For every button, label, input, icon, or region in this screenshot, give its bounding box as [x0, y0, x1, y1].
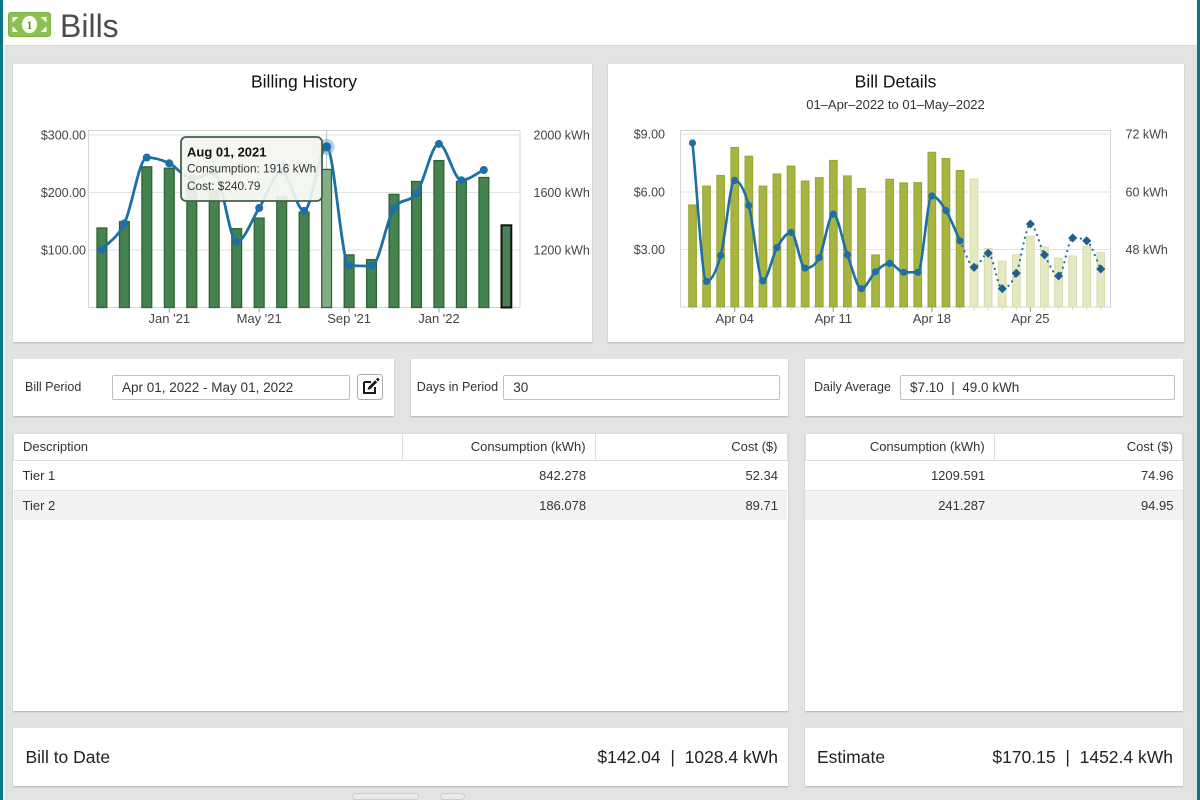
svg-text:60 kWh: 60 kWh — [1126, 185, 1168, 199]
svg-text:May '21: May '21 — [237, 311, 282, 326]
svg-text:$6.00: $6.00 — [634, 185, 665, 199]
svg-text:$200.00: $200.00 — [41, 186, 86, 200]
svg-text:48 kWh: 48 kWh — [1126, 243, 1168, 257]
svg-text:Apr 25: Apr 25 — [1011, 311, 1049, 326]
svg-text:Consumption: 1916 kWh: Consumption: 1916 kWh — [187, 161, 316, 175]
svg-text:$300.00: $300.00 — [41, 128, 86, 142]
svg-text:Sep '21: Sep '21 — [327, 311, 371, 326]
svg-text:Billing History: Billing History — [251, 71, 357, 91]
svg-text:2000 kWh: 2000 kWh — [534, 128, 590, 142]
svg-text:$9.00: $9.00 — [634, 127, 665, 141]
svg-text:$3.00: $3.00 — [634, 243, 665, 257]
svg-text:Jan '22: Jan '22 — [418, 311, 460, 326]
svg-text:$100.00: $100.00 — [41, 243, 86, 257]
svg-text:Apr 04: Apr 04 — [716, 311, 754, 326]
svg-text:1600 kWh: 1600 kWh — [534, 186, 590, 200]
svg-text:1: 1 — [27, 20, 33, 32]
svg-text:Apr 18: Apr 18 — [913, 311, 951, 326]
svg-text:Apr 11: Apr 11 — [815, 311, 852, 326]
svg-text:Aug 01, 2021: Aug 01, 2021 — [187, 144, 267, 159]
svg-text:Cost: $240.79: Cost: $240.79 — [187, 179, 260, 193]
svg-text:Jan '21: Jan '21 — [149, 311, 191, 326]
svg-text:1200 kWh: 1200 kWh — [534, 243, 590, 257]
svg-text:72 kWh: 72 kWh — [1126, 127, 1168, 141]
svg-text:Bill Details: Bill Details — [855, 71, 937, 91]
svg-text:01–Apr–2022 to 01–May–2022: 01–Apr–2022 to 01–May–2022 — [806, 97, 985, 112]
